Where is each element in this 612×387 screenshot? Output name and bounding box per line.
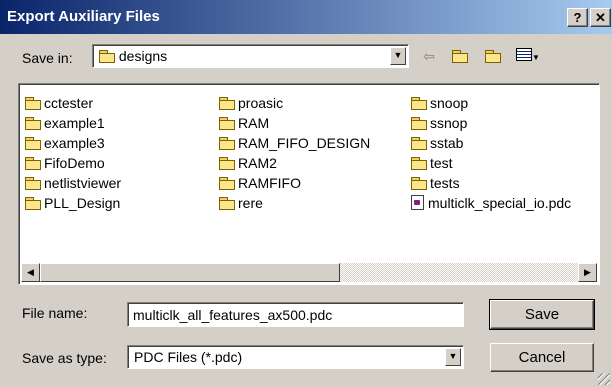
folder-icon — [25, 157, 41, 170]
folder-item[interactable]: RAM2 — [219, 154, 277, 172]
save-in-combo[interactable]: designs ▼ — [92, 44, 409, 68]
file-name-value: multiclk_all_features_ax500.pdc — [133, 307, 333, 323]
folder-item[interactable]: ssnop — [411, 114, 467, 132]
folder-icon — [219, 117, 235, 130]
folder-icon — [25, 117, 41, 130]
folder-item[interactable]: RAMFIFO — [219, 174, 301, 192]
folder-item[interactable]: snoop — [411, 94, 468, 112]
up-folder-icon[interactable] — [448, 45, 472, 67]
help-button[interactable]: ? — [567, 8, 588, 27]
close-button[interactable]: ✕ — [590, 8, 611, 27]
chevron-down-icon[interactable]: ▼ — [445, 348, 461, 366]
folder-item[interactable]: RAM_FIFO_DESIGN — [219, 134, 370, 152]
save-button[interactable]: Save — [489, 299, 595, 330]
scroll-thumb[interactable] — [40, 263, 340, 282]
folder-icon — [219, 157, 235, 170]
folder-icon — [411, 177, 427, 190]
folder-icon — [25, 137, 41, 150]
export-auxiliary-files-dialog: Export Auxiliary Files ? ✕ Save in: desi… — [0, 0, 612, 387]
save-as-type-combo[interactable]: PDC Files (*.pdc) ▼ — [127, 345, 464, 369]
resize-grip[interactable] — [598, 373, 610, 385]
folder-icon — [219, 197, 235, 210]
pdc-file-icon — [411, 195, 424, 210]
view-menu-icon[interactable]: ▼ — [513, 45, 543, 67]
folder-icon — [219, 97, 235, 110]
folder-item[interactable]: PLL_Design — [25, 194, 120, 212]
back-arrow-icon[interactable]: ⇦ — [418, 45, 440, 67]
folder-item[interactable]: cctester — [25, 94, 93, 112]
folder-item[interactable]: tests — [411, 174, 460, 192]
folder-icon — [25, 177, 41, 190]
folder-icon — [411, 157, 427, 170]
chevron-down-icon[interactable]: ▼ — [390, 47, 406, 65]
folder-item[interactable]: sstab — [411, 134, 463, 152]
folder-item[interactable]: test — [411, 154, 453, 172]
cancel-button[interactable]: Cancel — [490, 343, 594, 372]
save-as-type-value: PDC Files (*.pdc) — [134, 349, 243, 365]
folder-icon — [411, 117, 427, 130]
folder-item[interactable]: example1 — [25, 114, 105, 132]
file-list[interactable]: cctester example1 example3 FifoDemo netl… — [18, 83, 600, 285]
scroll-left-icon[interactable]: ◀ — [21, 263, 40, 282]
folder-icon — [219, 177, 235, 190]
save-in-value: designs — [118, 48, 168, 64]
folder-icon — [411, 97, 427, 110]
file-name-input[interactable]: multiclk_all_features_ax500.pdc — [127, 302, 464, 327]
folder-item[interactable]: example3 — [25, 134, 105, 152]
folder-icon — [25, 97, 41, 110]
horizontal-scrollbar[interactable]: ◀ ▶ — [21, 263, 597, 282]
folder-item[interactable]: rere — [219, 194, 263, 212]
folder-icon — [25, 197, 41, 210]
new-folder-icon[interactable] — [480, 45, 506, 67]
folder-icon — [99, 50, 115, 63]
folder-icon — [411, 137, 427, 150]
title-bar[interactable]: Export Auxiliary Files ? ✕ — [0, 0, 612, 34]
file-item[interactable]: multiclk_special_io.pdc — [411, 194, 571, 212]
scroll-right-icon[interactable]: ▶ — [578, 263, 597, 282]
file-name-label: File name: — [22, 305, 88, 321]
folder-item[interactable]: FifoDemo — [25, 154, 105, 172]
folder-item[interactable]: proasic — [219, 94, 283, 112]
save-in-label: Save in: — [22, 50, 73, 66]
folder-item[interactable]: RAM — [219, 114, 269, 132]
window-title: Export Auxiliary Files — [7, 8, 160, 25]
folder-item[interactable]: netlistviewer — [25, 174, 121, 192]
scroll-track[interactable] — [340, 263, 578, 282]
folder-icon — [219, 137, 235, 150]
save-as-type-label: Save as type: — [22, 350, 107, 366]
